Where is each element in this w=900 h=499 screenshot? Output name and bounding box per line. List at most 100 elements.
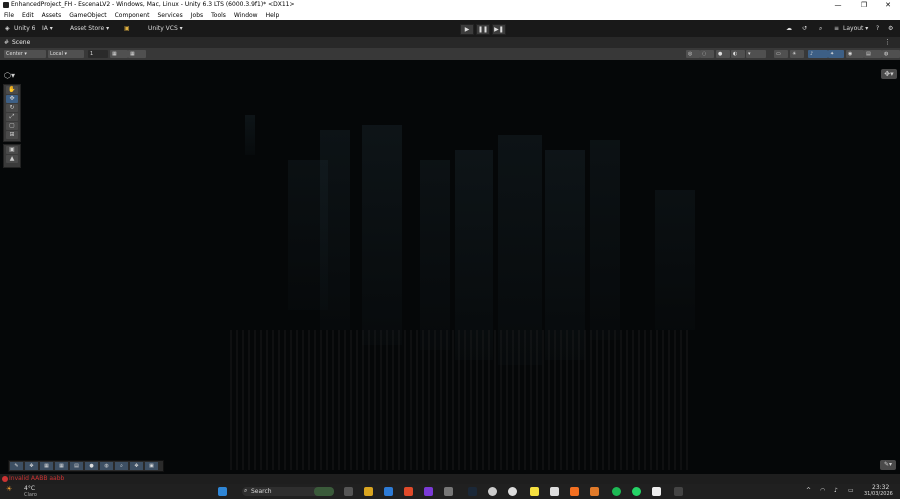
help-icon[interactable]: ?	[876, 24, 879, 33]
draw-mode-dropdown[interactable]: ▾	[746, 50, 766, 58]
pause-button[interactable]: ❚❚	[476, 24, 490, 35]
audio-toggle-icon[interactable]: ♪	[808, 50, 828, 58]
hand-tool-icon[interactable]: ✋	[6, 86, 18, 94]
status-message[interactable]: Invalid AABB aabb	[9, 475, 64, 482]
2d-toggle-icon[interactable]: ▭	[774, 50, 788, 58]
asset-store-dropdown[interactable]: Asset Store ▾	[70, 24, 109, 33]
search-highlight-icon[interactable]	[314, 487, 334, 496]
overlay-tool-6-icon[interactable]: ●	[85, 462, 98, 470]
layers-icon[interactable]: ≡	[834, 24, 839, 33]
clock-date[interactable]: 31/03/2026	[864, 491, 893, 497]
scale-tool-icon[interactable]: ⤢	[6, 113, 18, 121]
battery-icon[interactable]: ▭	[848, 487, 854, 494]
scene-camera-icon[interactable]: ▤	[864, 50, 882, 58]
space-dropdown[interactable]: Local ▾	[48, 50, 84, 58]
unity-hub-icon[interactable]	[550, 487, 559, 496]
gizmos-dropdown[interactable]: ◍	[882, 50, 900, 58]
cloud-icon[interactable]: ☁	[786, 24, 792, 33]
menu-help[interactable]: Help	[262, 11, 284, 20]
temp-monitor-icon[interactable]	[444, 487, 453, 496]
rotate-tool-icon[interactable]: ↻	[6, 104, 18, 112]
menu-component[interactable]: Component	[111, 11, 154, 20]
view-orientation-icon[interactable]: ⬡▾	[4, 71, 15, 80]
steam-icon[interactable]	[468, 487, 477, 496]
maximize-button[interactable]: ❐	[852, 0, 876, 11]
clock-time[interactable]: 23:32	[872, 484, 889, 491]
overlay-tool-9-icon[interactable]: ✥	[130, 462, 143, 470]
play-button[interactable]: ▶	[460, 24, 474, 35]
snapchat-icon[interactable]	[530, 487, 539, 496]
whatsapp-icon[interactable]	[632, 487, 641, 496]
wifi-icon[interactable]: ◠	[820, 487, 825, 494]
overlay-tool-1-icon[interactable]: ✎	[10, 462, 23, 470]
windows-start-icon[interactable]	[218, 487, 227, 496]
weather-temp[interactable]: 4°C	[24, 485, 35, 492]
weather-icon[interactable]: ☀	[6, 485, 12, 493]
menu-assets[interactable]: Assets	[38, 11, 66, 20]
transform-tool-icon[interactable]: ⊞	[6, 131, 18, 139]
minimize-button[interactable]: —	[826, 0, 850, 11]
search-icon[interactable]: ⌕	[819, 24, 822, 33]
menu-tools[interactable]: Tools	[207, 11, 230, 20]
tools-overlay: ✋ ✥ ↻ ⤢ ▢ ⊞	[3, 84, 21, 142]
store-icon[interactable]	[384, 487, 393, 496]
shading-lit-icon[interactable]: ◐	[731, 50, 745, 58]
unity-editor-icon[interactable]	[674, 487, 683, 496]
brave-icon[interactable]	[404, 487, 413, 496]
move-tool-icon[interactable]: ✥	[6, 95, 18, 103]
tab-scene[interactable]: Scene	[12, 39, 30, 46]
lighting-toggle-icon[interactable]: ☀	[790, 50, 804, 58]
shading-wireframe-icon[interactable]: ◎	[686, 50, 700, 58]
menu-window[interactable]: Window	[230, 11, 262, 20]
app-icon-1[interactable]	[424, 487, 433, 496]
app-icon-2[interactable]	[488, 487, 497, 496]
scene-viewport[interactable]: ⬡▾ ✥▾ ✋ ✥ ↻ ⤢ ▢ ⊞ ▣ ▲ ✎ ✥ ▦ ▦ ▤ ● ◍ ⌕ ✥ ▣ ✎▾	[0, 60, 900, 474]
overlay-tool-8-icon[interactable]: ⌕	[115, 462, 128, 470]
tray-chevron-icon[interactable]: ^	[806, 487, 811, 494]
app-icon-3[interactable]	[590, 487, 599, 496]
soundcloud-icon[interactable]	[570, 487, 579, 496]
rect-tool-icon[interactable]: ▢	[6, 122, 18, 130]
scene-visibility-icon[interactable]: ◉	[846, 50, 864, 58]
console-status-bar[interactable]: Invalid AABB aabb	[0, 474, 900, 484]
pivot-dropdown[interactable]: Center ▾	[4, 50, 46, 58]
capcut-icon[interactable]	[652, 487, 661, 496]
menu-file[interactable]: File	[0, 11, 18, 20]
spotify-icon[interactable]	[612, 487, 621, 496]
shading-shaded-icon[interactable]: ●	[716, 50, 730, 58]
overlay-tool-5-icon[interactable]: ▤	[70, 462, 83, 470]
unity-vcs-dropdown[interactable]: Unity VCS ▾	[148, 24, 183, 33]
orientation-overlay-button[interactable]: ✥▾	[881, 69, 897, 79]
weather-desc[interactable]: Claro	[24, 492, 37, 498]
custom-tool-icon[interactable]: ▣	[6, 146, 18, 154]
terrain-tool-icon[interactable]: ▲	[6, 155, 18, 163]
volume-icon[interactable]: ♪	[834, 487, 838, 494]
overlay-tool-2-icon[interactable]: ✥	[25, 462, 38, 470]
overlay-settings-icon[interactable]: ✎▾	[880, 460, 896, 470]
menu-gameobject[interactable]: GameObject	[65, 11, 110, 20]
close-button[interactable]: ✕	[876, 0, 900, 11]
layout-dropdown[interactable]: Layout ▾	[843, 24, 868, 33]
menu-jobs[interactable]: Jobs	[187, 11, 207, 20]
task-view-icon[interactable]	[344, 487, 353, 496]
file-explorer-icon[interactable]	[364, 487, 373, 496]
settings-gear-icon[interactable]: ⚙	[888, 24, 893, 33]
tab-menu-icon[interactable]: ⋮	[884, 38, 891, 46]
effects-dropdown[interactable]: ✦	[828, 50, 844, 58]
grid-snap-icon[interactable]: ▦	[110, 50, 128, 58]
unity-version-button[interactable]: Unity 6	[14, 24, 36, 33]
snap-increment-field[interactable]: 1	[88, 50, 108, 58]
overlay-tool-4-icon[interactable]: ▦	[55, 462, 68, 470]
grid-visibility-icon[interactable]: ▦	[128, 50, 146, 58]
overlay-tool-7-icon[interactable]: ◍	[100, 462, 113, 470]
step-button[interactable]: ▶❚	[492, 24, 506, 35]
plastic-icon[interactable]: ▣	[124, 24, 130, 33]
github-icon[interactable]	[508, 487, 517, 496]
menu-services[interactable]: Services	[153, 11, 186, 20]
menu-edit[interactable]: Edit	[18, 11, 38, 20]
shading-wire-icon[interactable]: ◌	[700, 50, 714, 58]
overlay-tool-3-icon[interactable]: ▦	[40, 462, 53, 470]
history-icon[interactable]: ↺	[802, 24, 807, 33]
account-dropdown[interactable]: IA ▾	[42, 24, 53, 33]
overlay-tool-10-icon[interactable]: ▣	[145, 462, 158, 470]
